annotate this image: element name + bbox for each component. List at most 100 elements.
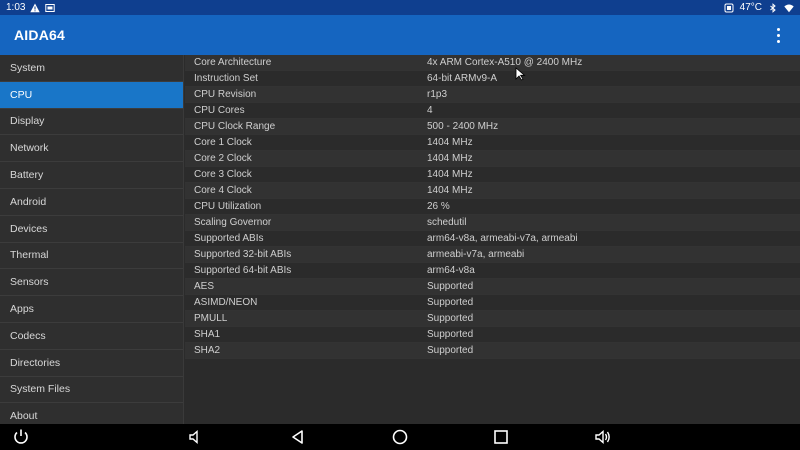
info-key: CPU Clock Range — [194, 121, 276, 132]
sidebar-item-label: System Files — [10, 383, 71, 396]
sidebar-item-about[interactable]: About — [0, 403, 183, 424]
info-value: Supported — [427, 297, 474, 308]
info-value: 26 % — [427, 201, 450, 212]
sidebar-item-label: About — [10, 410, 38, 423]
volume-up-icon[interactable] — [593, 427, 613, 447]
sidebar-item-system-files[interactable]: System Files — [0, 377, 183, 404]
sidebar-item-devices[interactable]: Devices — [0, 216, 183, 243]
sidebar-item-label: Network — [10, 142, 49, 155]
info-value: 4 — [427, 105, 433, 116]
wifi-icon — [784, 4, 794, 12]
info-row: Supported 32-bit ABIs armeabi-v7a, armeab… — [185, 247, 800, 263]
power-icon[interactable] — [11, 427, 31, 447]
info-key: AES — [194, 281, 215, 292]
app-bar: AIDA64 — [0, 15, 800, 55]
info-value: Supported — [427, 345, 474, 356]
sidebar-item-label: CPU — [10, 88, 33, 101]
status-bar: 1:03 47°C — [0, 0, 800, 15]
sidebar-item-label: Directories — [10, 356, 61, 369]
warning-icon — [30, 3, 41, 12]
info-value: Supported — [427, 313, 474, 324]
info-value: Supported — [427, 329, 474, 340]
info-value: armeabi-v7a, armeabi — [427, 249, 525, 260]
info-row: Core 3 Clock 1404 MHz — [185, 167, 800, 183]
sidebar-item-label: Apps — [10, 303, 34, 316]
info-row: Instruction Set 64-bit ARMv9-A — [185, 71, 800, 87]
sidebar-item-directories[interactable]: Directories — [0, 350, 183, 377]
back-icon[interactable] — [288, 427, 308, 447]
sidebar-item-apps[interactable]: Apps — [0, 296, 183, 323]
info-key: Core Architecture — [194, 57, 272, 68]
mouse-pointer-icon — [515, 67, 526, 81]
info-row: CPU Clock Range 500 - 2400 MHz — [185, 119, 800, 135]
info-value: 1404 MHz — [427, 185, 473, 196]
sidebar-item-network[interactable]: Network — [0, 135, 183, 163]
info-key: Core 3 Clock — [194, 169, 252, 180]
sidebar: System CPU Display Network Battery Andro… — [0, 55, 184, 424]
info-key: SHA2 — [194, 345, 221, 356]
info-value: arm64-v8a — [427, 265, 475, 276]
info-key: ASIMD/NEON — [194, 297, 258, 308]
sidebar-item-cpu[interactable]: CPU — [0, 81, 183, 109]
overflow-menu-icon[interactable] — [770, 25, 786, 45]
temperature-readout: 47°C — [739, 2, 762, 13]
sidebar-item-display[interactable]: Display — [0, 109, 183, 136]
sidebar-item-thermal[interactable]: Thermal — [0, 243, 183, 270]
info-key: Supported 64-bit ABIs — [194, 265, 292, 276]
info-key: PMULL — [194, 313, 228, 324]
info-row: CPU Cores 4 — [185, 103, 800, 119]
info-row: SHA1 Supported — [185, 327, 800, 343]
info-row: Core 1 Clock 1404 MHz — [185, 135, 800, 151]
sidebar-item-label: Battery — [10, 169, 44, 182]
info-row: Core Architecture 4x ARM Cortex-A510 @ 24… — [185, 55, 800, 71]
info-row: Scaling Governor schedutil — [185, 215, 800, 231]
info-key: CPU Utilization — [194, 201, 262, 212]
info-key: Core 4 Clock — [194, 185, 252, 196]
info-key: Core 1 Clock — [194, 137, 252, 148]
info-key: SHA1 — [194, 329, 221, 340]
sidebar-item-codecs[interactable]: Codecs — [0, 323, 183, 350]
info-row: ASIMD/NEON Supported — [185, 295, 800, 311]
sidebar-item-android[interactable]: Android — [0, 189, 183, 216]
recents-icon[interactable] — [491, 427, 511, 447]
sidebar-item-label: System — [10, 61, 46, 74]
info-key: Instruction Set — [194, 73, 258, 84]
info-row: Supported 64-bit ABIs arm64-v8a — [185, 263, 800, 279]
info-row: CPU Revision r1p3 — [185, 87, 800, 103]
info-key: Supported ABIs — [194, 233, 264, 244]
home-icon[interactable] — [390, 427, 410, 447]
system-nav-bar — [0, 424, 800, 450]
info-value: 1404 MHz — [427, 169, 473, 180]
sidebar-item-label: Android — [10, 195, 47, 208]
cpu-info-table: Core Architecture 4x ARM Cortex-A510 @ 24… — [185, 55, 800, 424]
clock: 1:03 — [6, 2, 26, 13]
sidebar-item-sensors[interactable]: Sensors — [0, 269, 183, 297]
info-value: 1404 MHz — [427, 153, 473, 164]
info-value: 500 - 2400 MHz — [427, 121, 499, 132]
info-row: Core 2 Clock 1404 MHz — [185, 151, 800, 167]
sidebar-item-label: Display — [10, 115, 45, 128]
sidebar-item-label: Thermal — [10, 249, 49, 262]
info-value: schedutil — [427, 217, 467, 228]
sidebar-item-label: Devices — [10, 222, 48, 235]
info-key: Supported 32-bit ABIs — [194, 249, 292, 260]
info-value: Supported — [427, 281, 474, 292]
info-row: PMULL Supported — [185, 311, 800, 327]
bluetooth-icon — [770, 2, 776, 13]
info-row: SHA2 Supported — [185, 343, 800, 359]
info-row: Core 4 Clock 1404 MHz — [185, 183, 800, 199]
info-row: Supported ABIs arm64-v8a, armeabi-v7a, ar… — [185, 231, 800, 247]
sidebar-item-battery[interactable]: Battery — [0, 162, 183, 189]
info-value: r1p3 — [427, 89, 448, 100]
volume-down-icon[interactable] — [186, 427, 206, 447]
battery-icon — [724, 3, 734, 12]
info-key: Scaling Governor — [194, 217, 272, 228]
sidebar-item-system[interactable]: System — [0, 55, 183, 82]
sidebar-item-label: Codecs — [10, 329, 46, 342]
info-value: 1404 MHz — [427, 137, 473, 148]
info-key: CPU Cores — [194, 105, 245, 116]
info-row: AES Supported — [185, 279, 800, 295]
info-value: 4x ARM Cortex-A510 @ 2400 MHz — [427, 57, 583, 68]
info-row: CPU Utilization 26 % — [185, 199, 800, 215]
screenshot-icon — [45, 3, 56, 12]
